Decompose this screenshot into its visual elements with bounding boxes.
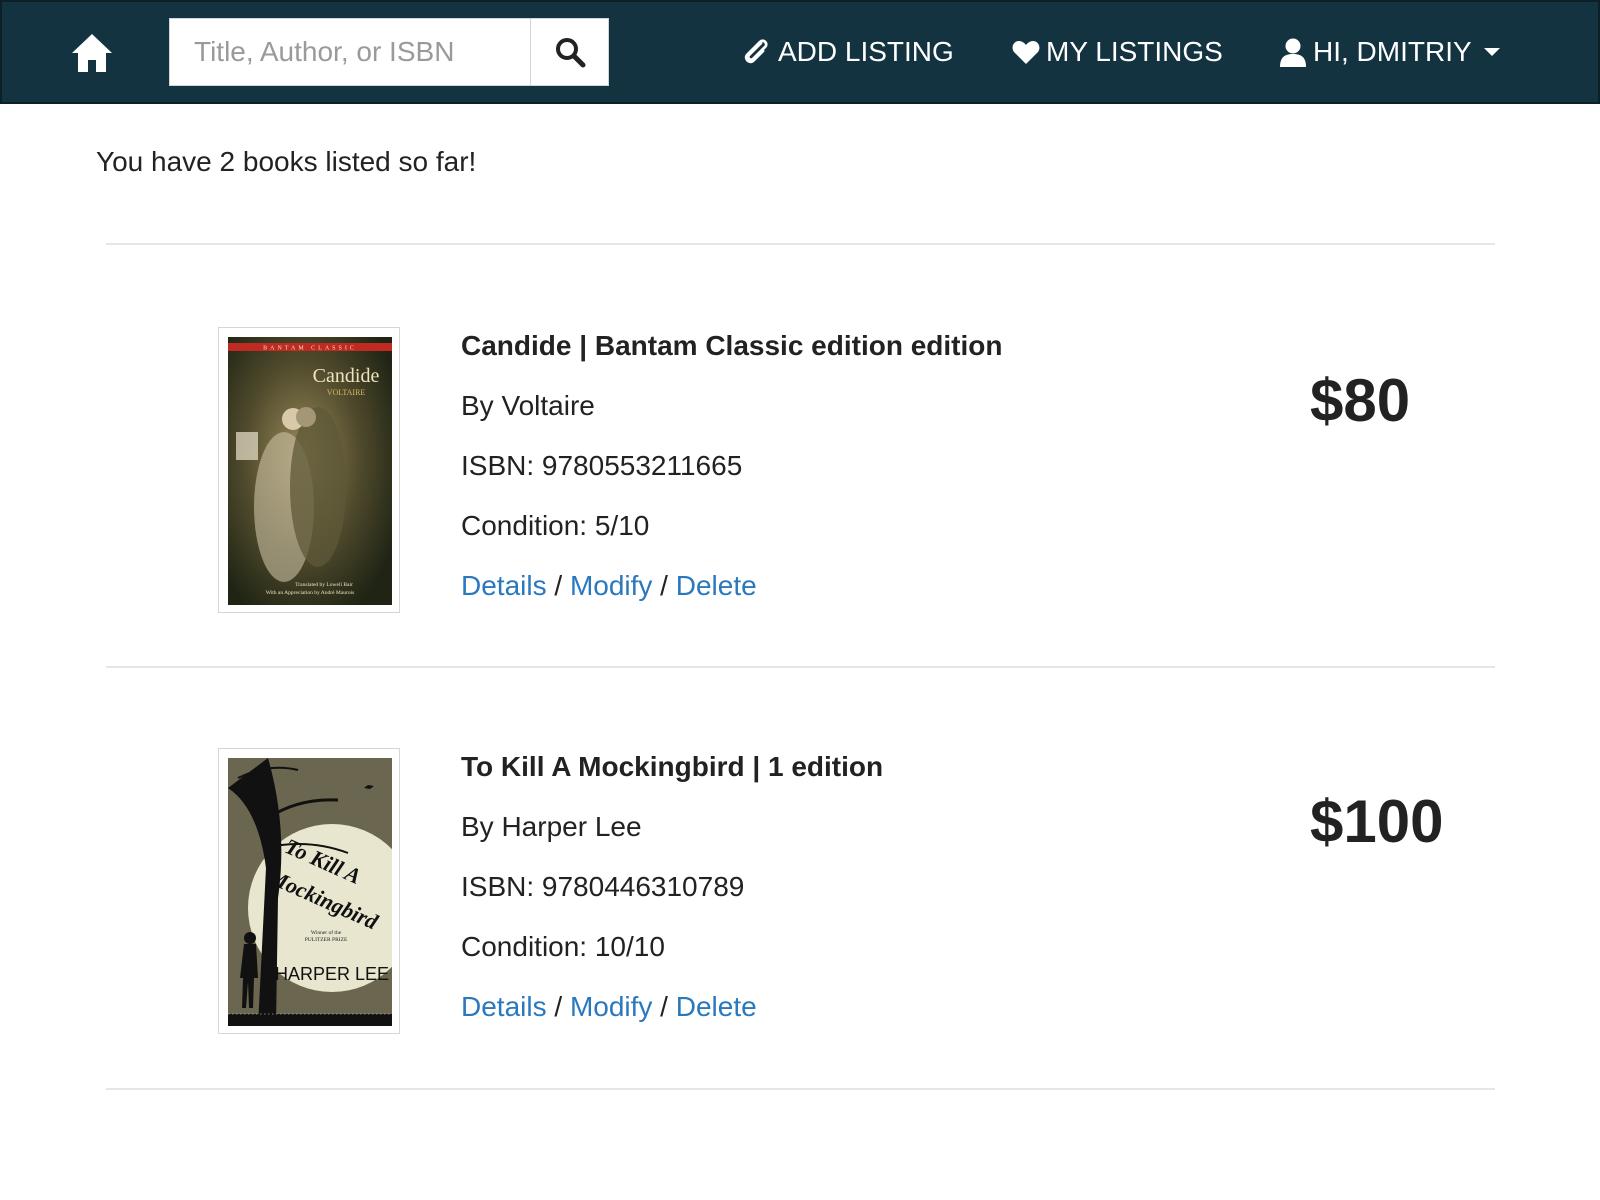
- search-input[interactable]: [170, 19, 530, 85]
- delete-link[interactable]: Delete: [676, 570, 757, 601]
- book-condition: Condition: 10/10: [461, 931, 665, 962]
- svg-text:Winner of the: Winner of the: [311, 929, 342, 936]
- mockingbird-cover-art: To Kill A Mockingbird Winner of the PULI…: [228, 758, 392, 1026]
- book-isbn: ISBN: 9780553211665: [461, 450, 743, 481]
- svg-text:Translated by Lowell Bair: Translated by Lowell Bair: [295, 582, 353, 588]
- my-listings-label: MY LISTINGS: [1046, 36, 1223, 67]
- home-button[interactable]: [70, 32, 114, 74]
- svg-text:PULITZER PRIZE: PULITZER PRIZE: [305, 937, 348, 943]
- top-navbar: ADD LISTING MY LISTINGS HI, DMITRIY: [0, 0, 1600, 104]
- search-button[interactable]: [530, 19, 609, 85]
- action-separator: /: [546, 570, 570, 601]
- divider: [106, 666, 1495, 668]
- action-separator: /: [652, 570, 676, 601]
- svg-text:With an Appreciation by André: With an Appreciation by André Maurois: [266, 590, 355, 596]
- search-icon: [556, 38, 586, 68]
- modify-link[interactable]: Modify: [570, 570, 652, 601]
- add-listing-label: ADD LISTING: [778, 36, 954, 67]
- svg-text:BANTAM CLASSIC: BANTAM CLASSIC: [263, 346, 357, 352]
- book-condition: Condition: 5/10: [461, 510, 650, 541]
- chevron-down-icon: [1483, 48, 1500, 56]
- book-actions: Details / Modify / Delete: [461, 991, 757, 1023]
- book-actions: Details / Modify / Delete: [461, 570, 757, 602]
- home-icon: [72, 34, 112, 72]
- book-cover[interactable]: BANTAM CLASSIC Candide VOLTAIRE Translat…: [218, 327, 400, 613]
- book-cover[interactable]: To Kill A Mockingbird Winner of the PULI…: [218, 748, 400, 1034]
- details-link[interactable]: Details: [461, 570, 547, 601]
- action-separator: /: [652, 991, 676, 1022]
- user-menu-dropdown[interactable]: HI, DMITRIY: [1279, 32, 1500, 72]
- user-greeting-label: HI, DMITRIY: [1313, 36, 1472, 67]
- action-separator: /: [546, 991, 570, 1022]
- user-icon: [1279, 37, 1307, 67]
- candide-cover-art: BANTAM CLASSIC Candide VOLTAIRE Translat…: [228, 337, 392, 605]
- heart-icon: [1012, 39, 1040, 65]
- modify-link[interactable]: Modify: [570, 991, 652, 1022]
- my-listings-link[interactable]: MY LISTINGS: [1012, 32, 1223, 72]
- svg-text:VOLTAIRE: VOLTAIRE: [327, 388, 366, 397]
- divider: [106, 243, 1495, 245]
- svg-text:Candide: Candide: [313, 365, 380, 387]
- book-author: By Harper Lee: [461, 811, 642, 842]
- book-isbn: ISBN: 9780446310789: [461, 871, 745, 902]
- delete-link[interactable]: Delete: [676, 991, 757, 1022]
- book-price: $80: [1310, 367, 1411, 434]
- details-link[interactable]: Details: [461, 991, 547, 1022]
- book-author: By Voltaire: [461, 390, 595, 421]
- add-listing-link[interactable]: ADD LISTING: [740, 32, 954, 72]
- listings-summary: You have 2 books listed so far!: [96, 146, 477, 177]
- divider: [106, 1088, 1495, 1090]
- book-title: Candide | Bantam Classic edition edition: [461, 330, 1003, 361]
- search-box: [169, 18, 609, 86]
- book-title: To Kill A Mockingbird | 1 edition: [461, 751, 884, 782]
- svg-text:HARPER LEE: HARPER LEE: [275, 964, 389, 984]
- paperclip-icon: [740, 36, 772, 68]
- book-price: $100: [1310, 788, 1444, 855]
